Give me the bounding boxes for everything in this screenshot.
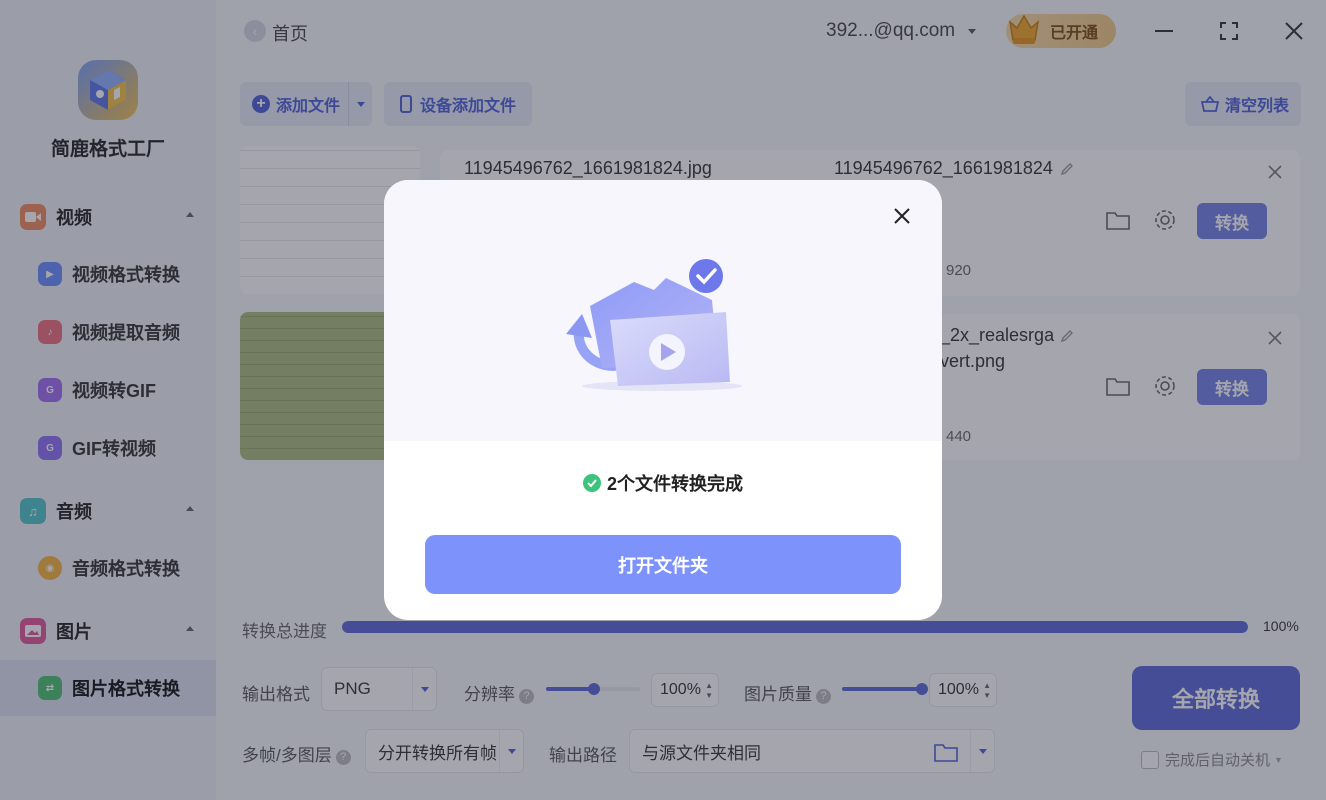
conversion-complete-dialog: 2个文件转换完成 打开文件夹 (384, 180, 942, 620)
success-check-icon (582, 474, 601, 492)
conversion-message-text: 2个文件转换完成 (606, 474, 743, 494)
open-folder-button[interactable]: 打开文件夹 (425, 535, 901, 594)
conversion-message: 2个文件转换完成 (384, 470, 942, 496)
folder-video-illustration-icon (566, 259, 742, 391)
close-icon[interactable] (892, 206, 912, 226)
